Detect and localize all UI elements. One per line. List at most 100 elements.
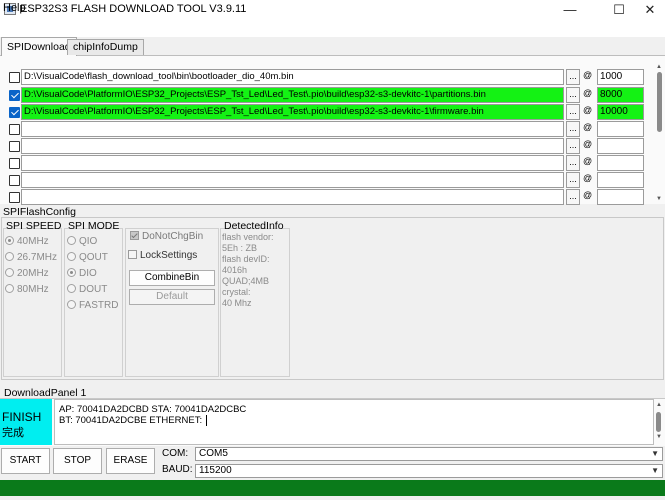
radio-label: 26.7MHz bbox=[17, 252, 58, 263]
address-input[interactable]: 8000 bbox=[597, 87, 644, 103]
address-input[interactable] bbox=[597, 121, 644, 137]
radio-20mhz[interactable]: 20MHz bbox=[5, 268, 49, 279]
address-input[interactable]: 10000 bbox=[597, 104, 644, 120]
radio-26-7mhz[interactable]: 26.7MHz bbox=[5, 252, 57, 263]
chevron-down-icon[interactable]: ▼ bbox=[651, 465, 659, 477]
address-input[interactable] bbox=[597, 172, 644, 188]
radio-dot[interactable] bbox=[5, 236, 14, 245]
spi-speed-title: SPI SPEED bbox=[6, 220, 62, 232]
scroll-thumb[interactable] bbox=[657, 72, 662, 132]
chevron-down-icon[interactable]: ▼ bbox=[651, 448, 659, 460]
radio-label: QIO bbox=[79, 236, 98, 247]
browse-button[interactable]: ... bbox=[566, 121, 580, 137]
address-input[interactable]: 1000 bbox=[597, 69, 644, 85]
file-enable-checkbox[interactable] bbox=[9, 192, 20, 203]
file-enable-checkbox[interactable] bbox=[9, 124, 20, 135]
file-row: D:\VisualCode\flash_download_tool\bin\bo… bbox=[0, 69, 655, 86]
lock-settings-checkbox[interactable]: LockSettings bbox=[128, 250, 197, 261]
lock-settings-box[interactable] bbox=[128, 250, 137, 259]
at-label: @ bbox=[583, 190, 593, 200]
spi-speed-group bbox=[3, 228, 62, 377]
file-path-input[interactable] bbox=[21, 155, 564, 171]
detected-info-title: DetectedInfo bbox=[224, 220, 284, 232]
radio-dot[interactable] bbox=[67, 252, 76, 261]
file-enable-checkbox[interactable] bbox=[9, 158, 20, 169]
menu-help[interactable]: Help bbox=[3, 2, 26, 14]
file-enable-checkbox[interactable] bbox=[9, 72, 20, 83]
maximize-button[interactable]: ☐ bbox=[604, 0, 634, 20]
browse-button[interactable]: ... bbox=[566, 155, 580, 171]
do-not-chg-bin-box[interactable] bbox=[130, 231, 139, 240]
erase-button[interactable]: ERASE bbox=[106, 448, 155, 474]
log-scroll-down-icon[interactable]: ▼ bbox=[656, 434, 662, 440]
radio-qio[interactable]: QIO bbox=[67, 236, 97, 247]
radio-40mhz[interactable]: 40MHz bbox=[5, 236, 49, 247]
file-path-input[interactable] bbox=[21, 189, 564, 205]
radio-dot[interactable] bbox=[67, 300, 76, 309]
spi-mode-title: SPI MODE bbox=[68, 220, 120, 232]
file-path-input[interactable] bbox=[21, 121, 564, 137]
file-enable-checkbox[interactable] bbox=[9, 141, 20, 152]
file-path-input[interactable] bbox=[21, 138, 564, 154]
radio-fastrd[interactable]: FASTRD bbox=[67, 300, 118, 311]
com-label: COM: bbox=[162, 448, 189, 459]
file-enable-checkbox[interactable] bbox=[9, 175, 20, 186]
baud-select[interactable]: 115200 ▼ bbox=[195, 464, 663, 478]
address-input[interactable] bbox=[597, 138, 644, 154]
close-button[interactable]: ✕ bbox=[635, 0, 665, 20]
stop-button[interactable]: STOP bbox=[53, 448, 102, 474]
baud-value: 115200 bbox=[199, 465, 232, 476]
combine-bin-button[interactable]: CombineBin bbox=[129, 270, 215, 286]
window-title: ESP32S3 FLASH DOWNLOAD TOOL V3.9.11 bbox=[20, 3, 247, 15]
radio-dot[interactable] bbox=[67, 236, 76, 245]
do-not-chg-bin-checkbox[interactable]: DoNotChgBin bbox=[130, 231, 203, 242]
file-path-input[interactable]: D:\VisualCode\flash_download_tool\bin\bo… bbox=[21, 69, 564, 85]
radio-dot[interactable] bbox=[67, 268, 76, 277]
default-button[interactable]: Default bbox=[129, 289, 215, 305]
browse-button[interactable]: ... bbox=[566, 104, 580, 120]
file-path-input[interactable] bbox=[21, 172, 564, 188]
browse-button[interactable]: ... bbox=[566, 69, 580, 85]
file-enable-checkbox[interactable] bbox=[9, 107, 20, 118]
file-row: ... @ bbox=[0, 189, 655, 206]
browse-button[interactable]: ... bbox=[566, 138, 580, 154]
radio-qout[interactable]: QOUT bbox=[67, 252, 108, 263]
file-path-input[interactable]: D:\VisualCode\PlatformIO\ESP32_Projects\… bbox=[21, 104, 564, 120]
radio-dot[interactable] bbox=[5, 268, 14, 277]
at-label: @ bbox=[583, 88, 593, 98]
tab-chipinfodump[interactable]: chipInfoDump bbox=[67, 39, 144, 55]
at-label: @ bbox=[583, 105, 593, 115]
file-path-input[interactable]: D:\VisualCode\PlatformIO\ESP32_Projects\… bbox=[21, 87, 564, 103]
scroll-up-icon[interactable]: ▲ bbox=[656, 64, 662, 70]
address-input[interactable] bbox=[597, 155, 644, 171]
radio-label: 20MHz bbox=[17, 268, 49, 279]
log-scroll-up-icon[interactable]: ▲ bbox=[656, 402, 662, 408]
scroll-down-icon[interactable]: ▼ bbox=[656, 196, 662, 202]
browse-button[interactable]: ... bbox=[566, 87, 580, 103]
start-button[interactable]: START bbox=[1, 448, 50, 474]
log-scroll-thumb[interactable] bbox=[656, 412, 661, 432]
radio-label: QOUT bbox=[79, 252, 108, 263]
browse-button[interactable]: ... bbox=[566, 189, 580, 205]
status-text: FINISH bbox=[2, 410, 42, 424]
progress-fill bbox=[0, 480, 665, 496]
radio-dot[interactable] bbox=[5, 252, 14, 261]
address-input[interactable] bbox=[597, 189, 644, 205]
file-row: ... @ bbox=[0, 138, 655, 155]
radio-dot[interactable] bbox=[5, 284, 14, 293]
detected-info-line: 40 Mhz bbox=[222, 298, 252, 308]
file-enable-checkbox[interactable] bbox=[9, 90, 20, 101]
radio-dio[interactable]: DIO bbox=[67, 268, 97, 279]
radio-dout[interactable]: DOUT bbox=[67, 284, 107, 295]
radio-80mhz[interactable]: 80MHz bbox=[5, 284, 49, 295]
at-label: @ bbox=[583, 139, 593, 149]
browse-button[interactable]: ... bbox=[566, 172, 580, 188]
file-row: D:\VisualCode\PlatformIO\ESP32_Projects\… bbox=[0, 104, 655, 121]
radio-label: 40MHz bbox=[17, 236, 49, 247]
minimize-button[interactable]: — bbox=[555, 0, 585, 20]
radio-dot[interactable] bbox=[67, 284, 76, 293]
com-value: COM5 bbox=[199, 448, 228, 459]
lock-settings-label: LockSettings bbox=[140, 250, 198, 261]
tab-spidownload[interactable]: SPIDownload bbox=[1, 37, 77, 56]
com-select[interactable]: COM5 ▼ bbox=[195, 447, 663, 461]
